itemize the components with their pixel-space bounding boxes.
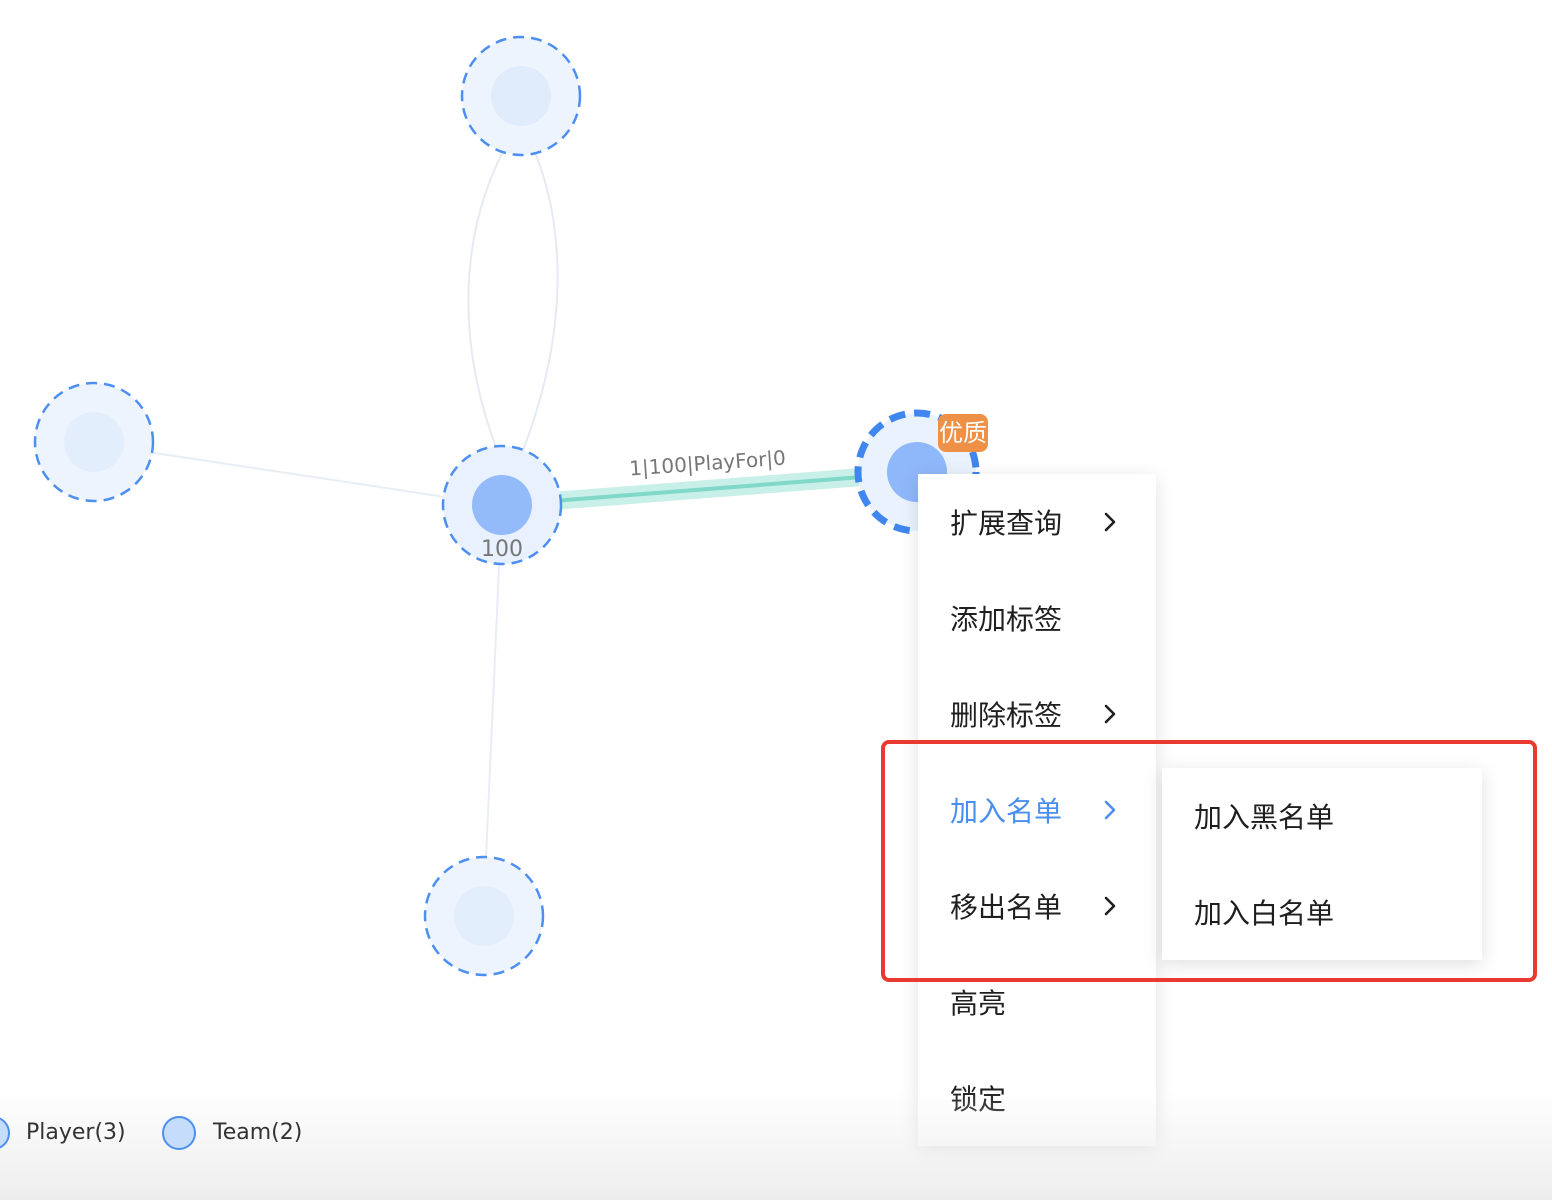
menu-item-label: 扩展查询 <box>950 507 1063 540</box>
graph-canvas[interactable]: 1|100|PlayFor|0 100 优质 扩展查询 添加标签 删除标签 加入… <box>0 0 1552 1200</box>
legend-label: Player(3) <box>26 1120 126 1145</box>
edge-label: 1|100|PlayFor|0 <box>628 446 786 481</box>
chevron-right-icon <box>1104 800 1116 820</box>
graph-edge[interactable] <box>467 129 516 471</box>
legend: Player(3) Team(2) <box>0 1110 400 1160</box>
submenu-item-add-whitelist[interactable]: 加入白名单 <box>1162 864 1482 960</box>
chevron-right-icon <box>1104 896 1116 916</box>
graph-edge[interactable] <box>484 544 501 881</box>
submenu-item-add-blacklist[interactable]: 加入黑名单 <box>1162 768 1482 864</box>
graph-node-faded[interactable] <box>423 855 545 977</box>
menu-item-label: 删除标签 <box>950 699 1063 732</box>
node-label: 100 <box>481 537 523 562</box>
node-tag-badge: 优质 <box>938 414 988 452</box>
legend-item-player[interactable]: Player(3) <box>0 1110 140 1160</box>
submenu-item-label: 加入黑名单 <box>1194 801 1335 834</box>
submenu: 加入黑名单 加入白名单 <box>1162 768 1482 960</box>
chevron-right-icon <box>1104 704 1116 724</box>
menu-item-label: 锁定 <box>950 1083 1007 1116</box>
menu-item-remove-from-list[interactable]: 移出名单 <box>918 858 1156 954</box>
legend-item-team[interactable]: Team(2) <box>160 1110 320 1160</box>
menu-item-label: 添加标签 <box>950 603 1063 636</box>
graph-node-faded[interactable] <box>460 35 582 157</box>
context-menu: 扩展查询 添加标签 删除标签 加入名单 移出名单 高亮 锁定 <box>918 474 1156 1146</box>
submenu-item-label: 加入白名单 <box>1194 897 1335 930</box>
menu-item-label: 移出名单 <box>950 891 1063 924</box>
chevron-right-icon <box>1104 512 1116 532</box>
menu-item-label: 高亮 <box>950 987 1007 1020</box>
menu-item-label: 加入名单 <box>950 795 1063 828</box>
highlighted-edge[interactable] <box>539 473 889 504</box>
legend-label: Team(2) <box>213 1120 303 1145</box>
menu-item-add-to-list[interactable]: 加入名单 <box>918 762 1156 858</box>
graph-edge[interactable] <box>514 129 559 471</box>
circle-icon <box>162 1116 196 1150</box>
menu-item-expand-query[interactable]: 扩展查询 <box>918 474 1156 570</box>
circle-icon <box>0 1116 10 1150</box>
graph-svg[interactable]: 1|100|PlayFor|0 100 <box>0 0 1552 1200</box>
graph-node-faded[interactable] <box>33 381 155 503</box>
graph-node-center[interactable]: 100 <box>441 444 563 566</box>
menu-item-remove-tag[interactable]: 删除标签 <box>918 666 1156 762</box>
menu-item-lock[interactable]: 锁定 <box>918 1050 1156 1146</box>
graph-edge[interactable] <box>134 449 466 501</box>
menu-item-highlight[interactable]: 高亮 <box>918 954 1156 1050</box>
menu-item-add-tag[interactable]: 添加标签 <box>918 570 1156 666</box>
